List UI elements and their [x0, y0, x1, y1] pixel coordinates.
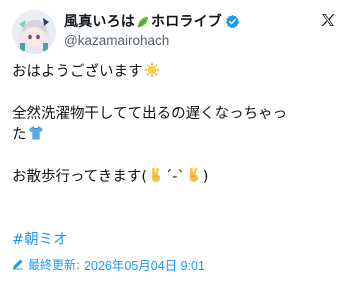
victory-hand-emoji: [186, 167, 202, 183]
last-updated-date: 2026年05月04日 9:01: [84, 258, 205, 273]
post-line: お散歩行ってきます(: [12, 169, 147, 185]
avatar[interactable]: [12, 10, 56, 54]
sun-emoji: [143, 62, 160, 78]
post-paragraph: お散歩行ってきます( ´-`): [12, 167, 338, 188]
post-paragraph: おはようございます: [12, 62, 338, 83]
post-line: 全然洗濯物干してて出るの遅くなっちゃっ: [12, 106, 288, 122]
post-line: ): [202, 169, 209, 185]
verified-icon: [225, 14, 240, 29]
post-line: ´-`: [165, 169, 185, 185]
avatar-image: [12, 10, 56, 54]
x-logo-icon[interactable]: [320, 12, 336, 28]
hashtag-link[interactable]: #朝ミオ: [12, 228, 68, 249]
display-name-part2[interactable]: ホロライブ: [151, 11, 222, 31]
pencil-icon: [12, 258, 24, 270]
display-name-part1[interactable]: 風真いろは: [64, 11, 135, 31]
post-line: た: [12, 127, 27, 143]
post-paragraph: 全然洗濯物干してて出るの遅くなっちゃった: [12, 104, 338, 146]
last-updated-label: 最終更新:: [28, 257, 81, 272]
post-line: おはようございます: [12, 64, 143, 80]
leaf-icon: [136, 14, 150, 28]
last-updated: 最終更新: 2026年05月04日 9:01: [12, 256, 205, 273]
tshirt-emoji: [28, 125, 44, 141]
author-info: 風真いろは ホロライブ @kazamairohach: [64, 11, 314, 48]
post-card: 風真いろは ホロライブ @kazamairohach おはようございます 全然洗…: [0, 0, 350, 281]
user-handle[interactable]: @kazamairohach: [64, 33, 314, 48]
display-name-row[interactable]: 風真いろは ホロライブ: [64, 11, 314, 31]
victory-hand-emoji: [148, 167, 164, 183]
post-text: おはようございます 全然洗濯物干してて出るの遅くなっちゃった お散歩行ってきます…: [12, 62, 338, 188]
